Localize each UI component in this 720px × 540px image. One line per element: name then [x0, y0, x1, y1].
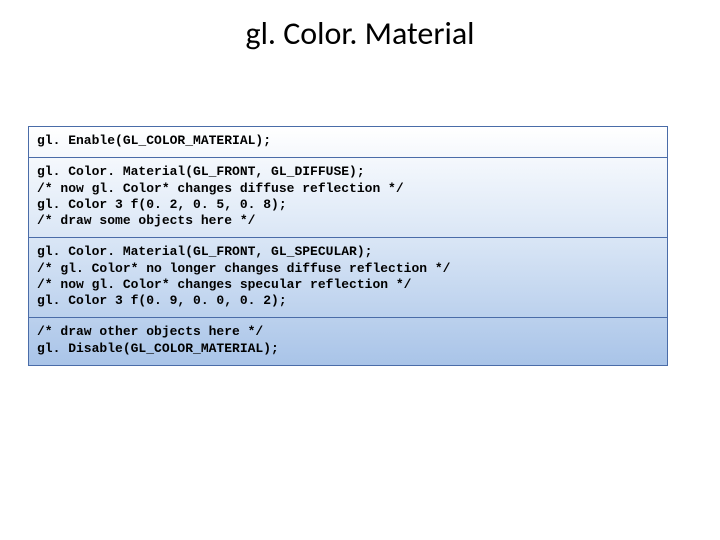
code-table: gl. Enable(GL_COLOR_MATERIAL); gl. Color… — [28, 126, 668, 366]
slide-title: gl. Color. Material — [0, 14, 720, 53]
code-block: gl. Enable(GL_COLOR_MATERIAL); — [37, 133, 659, 149]
code-block: gl. Color. Material(GL_FRONT, GL_DIFFUSE… — [37, 164, 659, 229]
slide: gl. Color. Material gl. Enable(GL_COLOR_… — [0, 0, 720, 540]
table-row: gl. Color. Material(GL_FRONT, GL_SPECULA… — [29, 238, 667, 318]
table-row: gl. Color. Material(GL_FRONT, GL_DIFFUSE… — [29, 158, 667, 238]
code-block: /* draw other objects here */ gl. Disabl… — [37, 324, 659, 357]
table-row: /* draw other objects here */ gl. Disabl… — [29, 318, 667, 365]
table-row: gl. Enable(GL_COLOR_MATERIAL); — [29, 127, 667, 158]
code-block: gl. Color. Material(GL_FRONT, GL_SPECULA… — [37, 244, 659, 309]
